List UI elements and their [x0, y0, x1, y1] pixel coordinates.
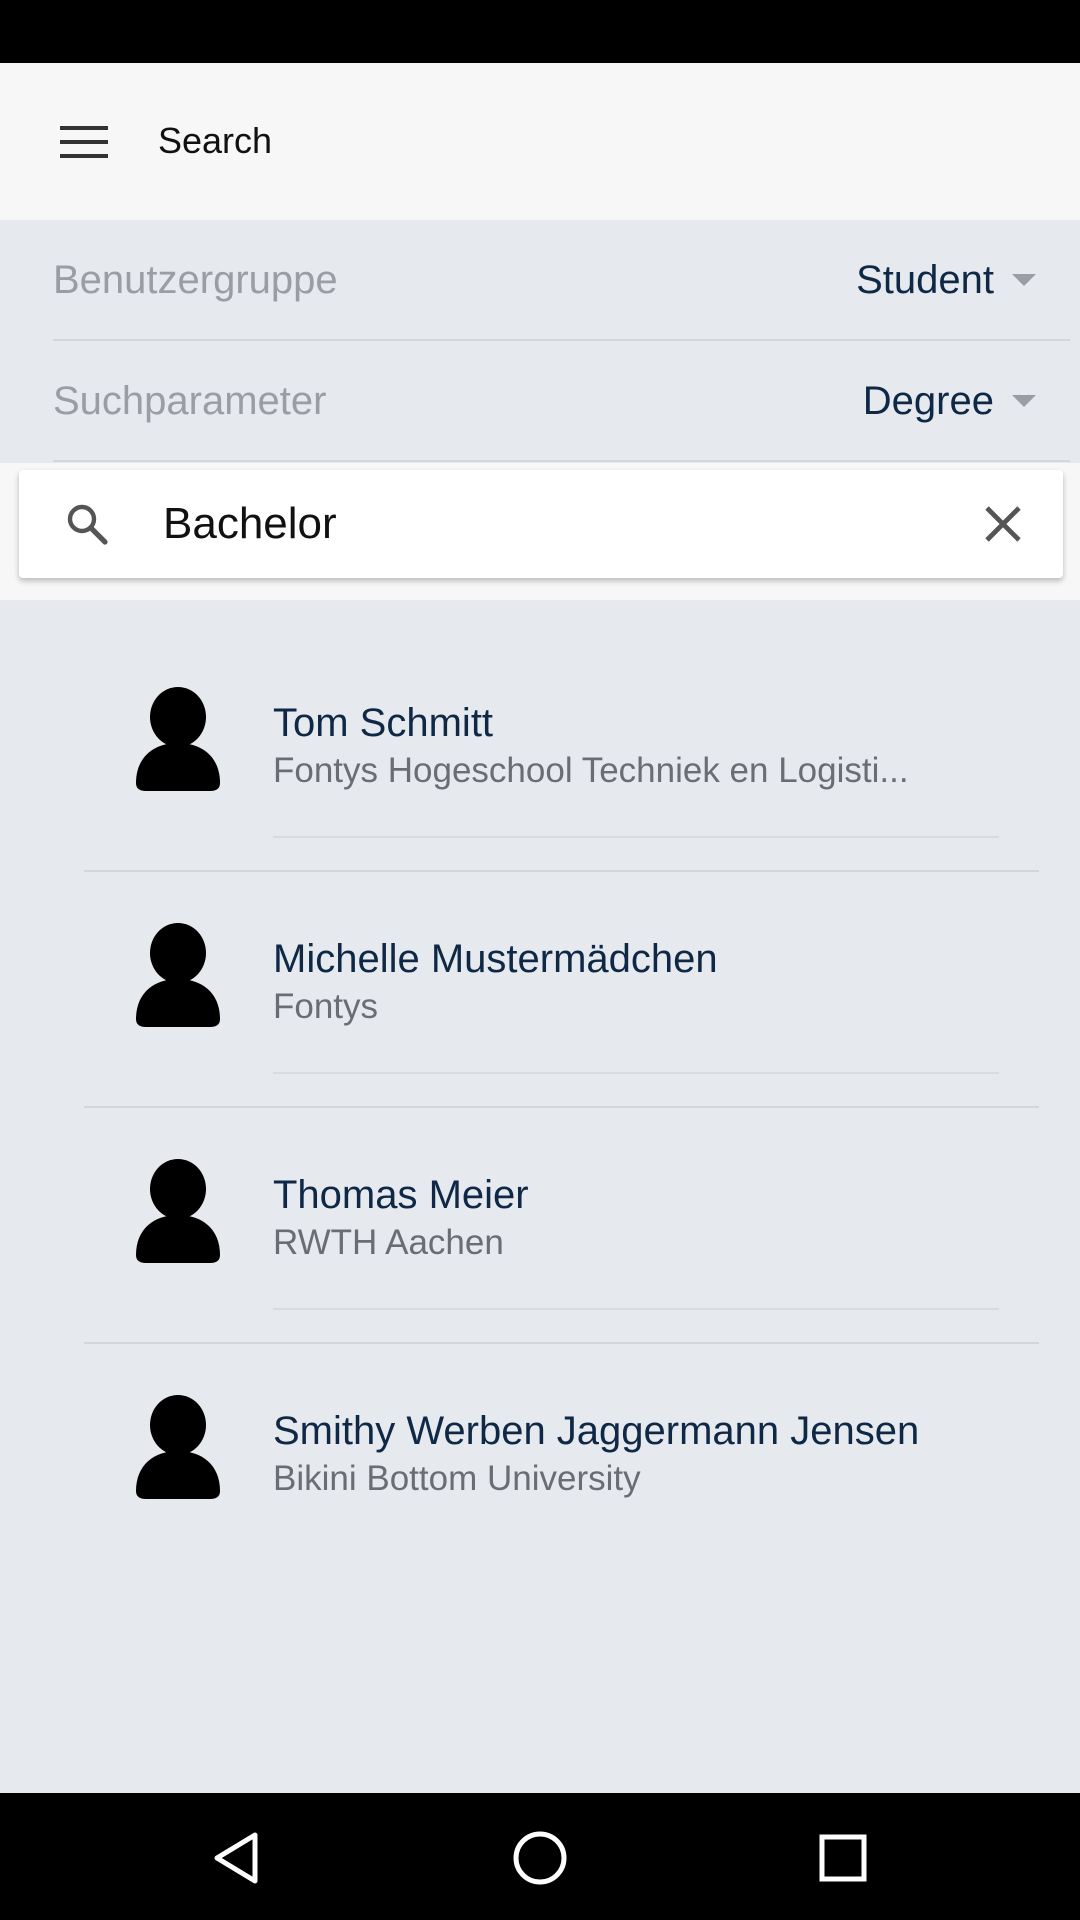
user-group-label: Benutzergruppe: [53, 258, 338, 302]
list-item[interactable]: Michelle Mustermädchen Fontys: [84, 836, 1039, 1108]
home-button[interactable]: [500, 1818, 580, 1898]
result-name: Tom Schmitt: [273, 701, 494, 745]
back-button[interactable]: [196, 1818, 276, 1898]
person-avatar-icon: [136, 1395, 220, 1499]
recents-button[interactable]: [803, 1818, 883, 1898]
search-param-dropdown[interactable]: Suchparameter Degree: [53, 341, 1070, 462]
results-list: Tom Schmitt Fontys Hogeschool Techniek e…: [0, 600, 1080, 1793]
result-subtitle: RWTH Aachen: [273, 1223, 504, 1262]
result-subtitle: Bikini Bottom University: [273, 1459, 641, 1498]
result-name: Michelle Mustermädchen: [273, 937, 718, 981]
user-group-dropdown[interactable]: Benutzergruppe Student: [53, 220, 1070, 341]
result-name: Smithy Werben Jaggermann Jensen: [273, 1409, 920, 1453]
search-icon: [67, 504, 108, 545]
recents-square-icon: [819, 1834, 867, 1882]
status-bar: [0, 0, 1080, 63]
list-item[interactable]: Thomas Meier RWTH Aachen: [84, 1072, 1039, 1344]
filter-panel: Benutzergruppe Student Suchparameter Deg…: [10, 220, 1070, 463]
result-subtitle: Fontys: [273, 987, 379, 1026]
home-circle-icon: [513, 1831, 567, 1885]
search-param-value: Degree: [863, 371, 1036, 431]
person-avatar-icon: [136, 1159, 220, 1263]
menu-button[interactable]: [44, 107, 124, 177]
user-group-selected: Student: [856, 258, 994, 302]
search-param-selected: Degree: [862, 379, 994, 423]
search-box: [19, 470, 1063, 578]
list-item[interactable]: Tom Schmitt Fontys Hogeschool Techniek e…: [84, 600, 1039, 872]
list-item[interactable]: Smithy Werben Jaggermann Jensen Bikini B…: [84, 1308, 1039, 1544]
result-subtitle: Fontys Hogeschool Techniek en Logisti...: [273, 751, 909, 790]
page-title: Search: [158, 120, 273, 161]
result-name: Thomas Meier: [273, 1173, 529, 1217]
person-avatar-icon: [136, 687, 220, 791]
search-input[interactable]: [163, 490, 923, 558]
person-avatar-icon: [136, 923, 220, 1027]
search-param-label: Suchparameter: [53, 379, 327, 423]
close-icon[interactable]: [979, 500, 1027, 548]
system-nav-bar: [0, 1793, 1080, 1920]
user-group-value: Student: [856, 250, 1036, 310]
dropdown-caret-icon: [1012, 274, 1036, 286]
back-triangle-icon: [214, 1832, 258, 1884]
app-bar: Search: [0, 63, 1080, 220]
hamburger-menu-icon: [60, 126, 108, 158]
dropdown-caret-icon: [1012, 395, 1036, 407]
